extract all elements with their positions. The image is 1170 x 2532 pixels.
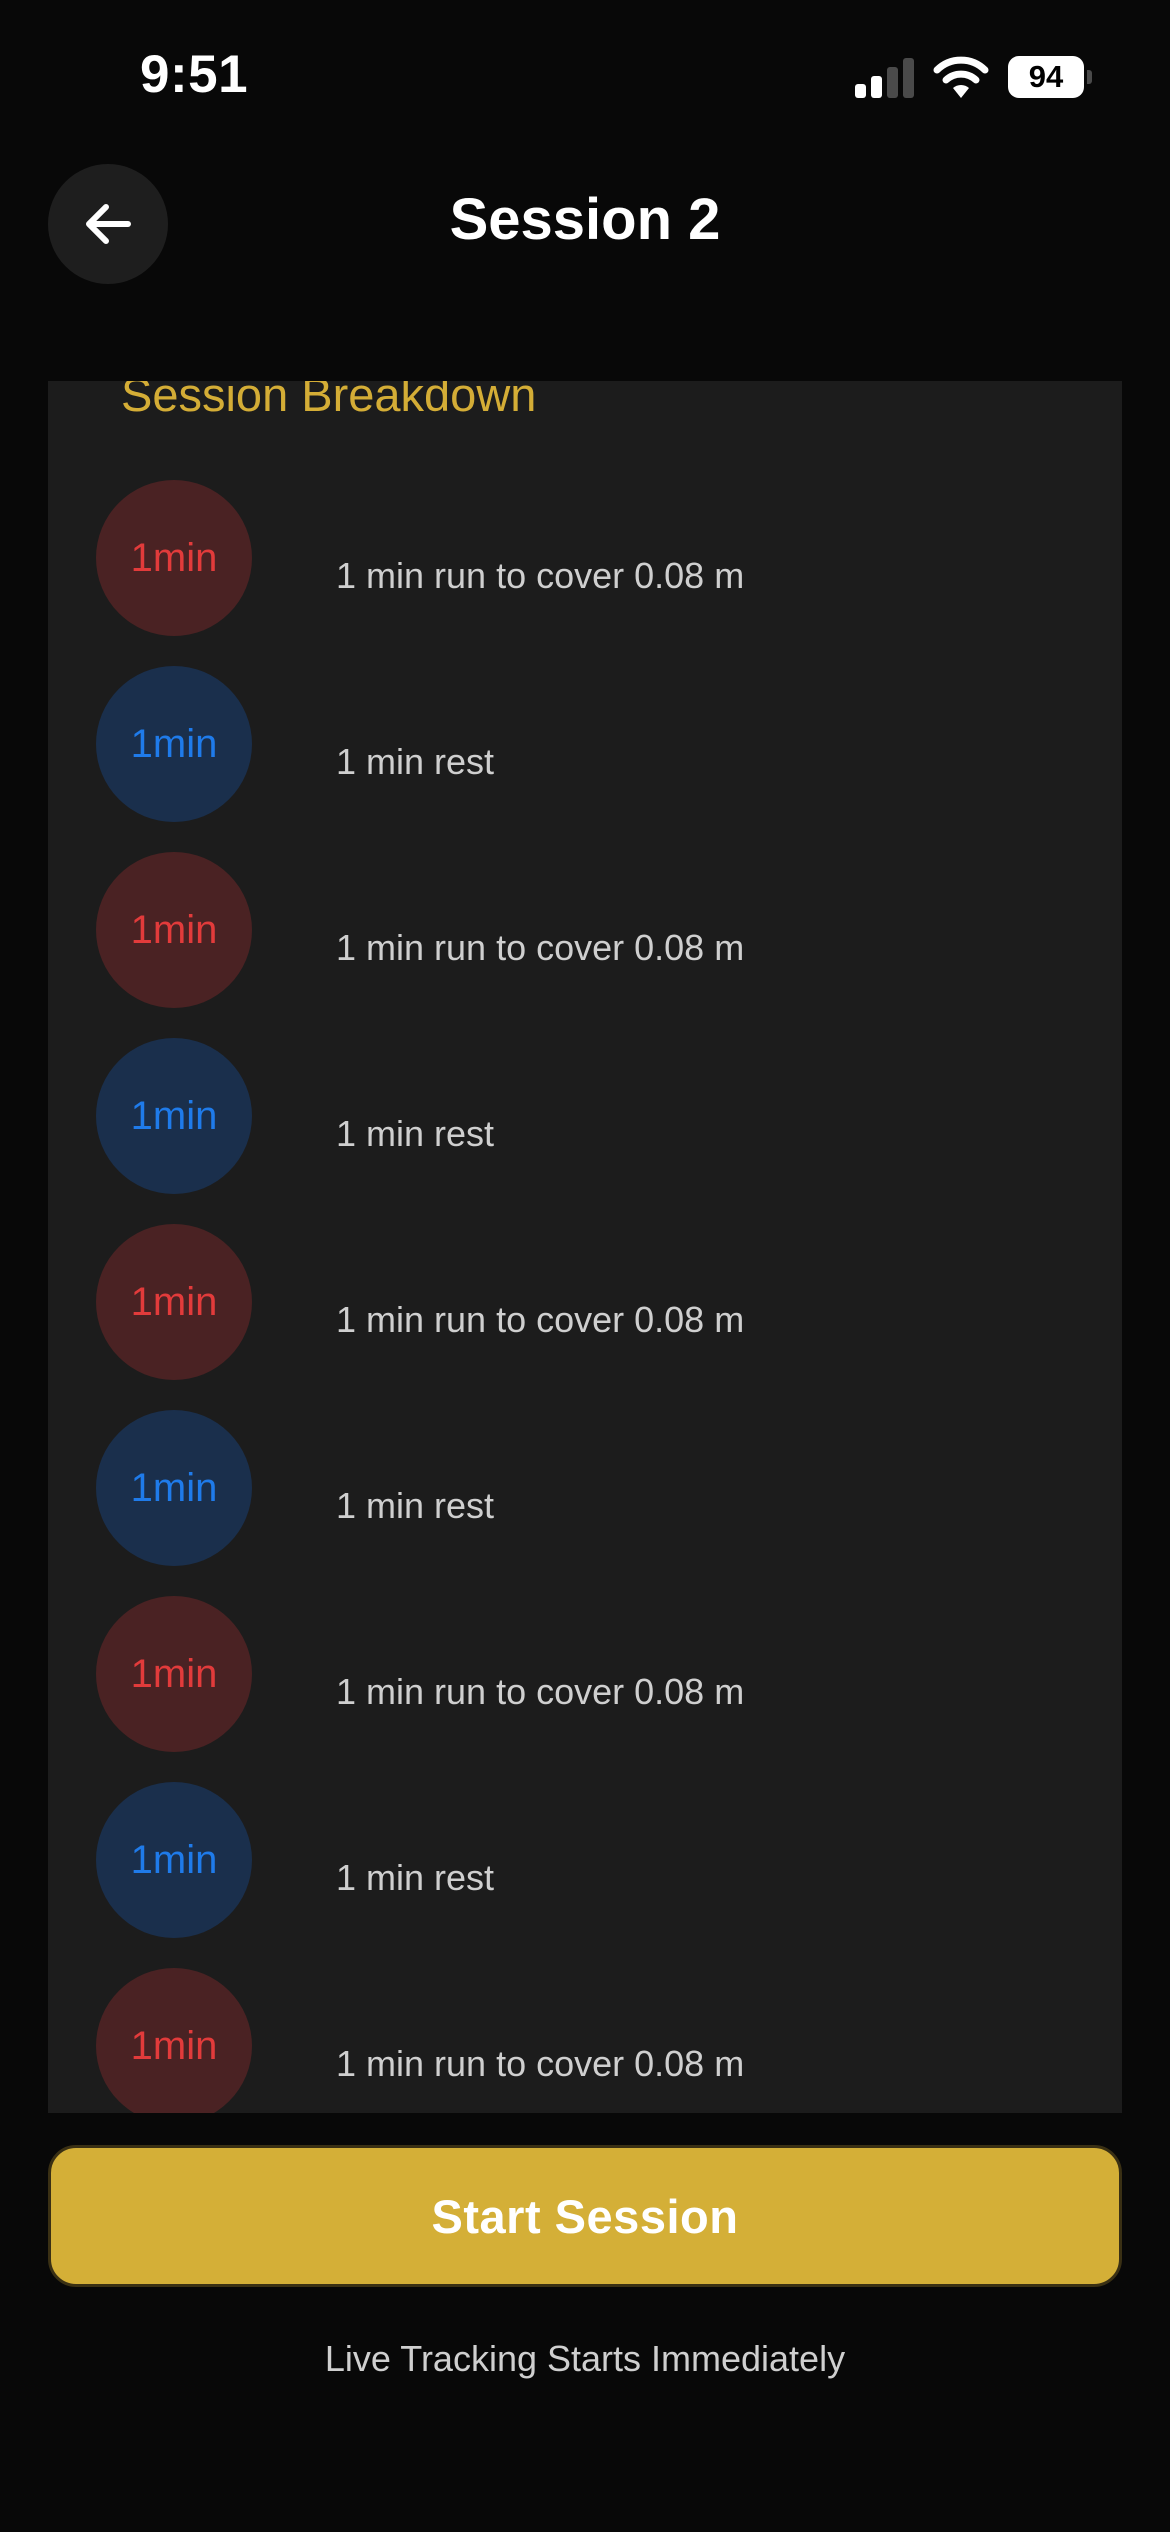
step-description: 1 min rest: [336, 1485, 495, 1526]
start-session-button[interactable]: Start Session: [48, 2145, 1122, 2287]
duration-badge: 1min: [96, 1782, 252, 1938]
duration-badge: 1min: [96, 1038, 252, 1194]
live-tracking-note: Live Tracking Starts Immediately: [324, 2338, 846, 2379]
step-description: 1 min run to cover 0.08 m: [336, 1671, 745, 1712]
duration-badge: 1min: [96, 1410, 252, 1566]
breakdown-step-rest: 1min 1 min rest: [96, 666, 1096, 822]
breakdown-step-run: 1min 1 min run to cover 0.08 m: [96, 1224, 1096, 1380]
breakdown-step-run: 1min 1 min run to cover 0.08 m: [96, 1596, 1096, 1752]
step-description: 1 min run to cover 0.08 m: [336, 927, 745, 968]
battery-level: 94: [1008, 56, 1084, 98]
breakdown-step-run: 1min 1 min run to cover 0.08 m: [96, 852, 1096, 1008]
step-description: 1 min run to cover 0.08 m: [336, 555, 745, 596]
step-description: 1 min rest: [336, 1857, 495, 1898]
session-breakdown-card: Session Breakdown 1min 1 min run to cove…: [48, 381, 1122, 2113]
step-description: 1 min run to cover 0.08 m: [336, 2043, 745, 2084]
duration-badge: 1min: [96, 666, 252, 822]
status-time: 9:51: [140, 45, 249, 104]
duration-badge: 1min: [96, 1596, 252, 1752]
breakdown-step-run: 1min 1 min run to cover 0.08 m: [96, 480, 1096, 636]
wifi-icon: [933, 56, 989, 98]
duration-badge: 1min: [96, 480, 252, 636]
duration-badge: 1min: [96, 1224, 252, 1380]
session-breakdown-heading: Session Breakdown: [121, 381, 537, 421]
cellular-signal-icon: [855, 58, 914, 98]
battery-cap: [1087, 70, 1092, 84]
breakdown-step-run: 1min 1 min run to cover 0.08 m: [96, 1968, 1096, 2113]
battery-icon: 94: [1008, 56, 1092, 98]
page-title: Session 2: [449, 187, 721, 252]
step-description: 1 min run to cover 0.08 m: [336, 1299, 745, 1340]
breakdown-step-rest: 1min 1 min rest: [96, 1038, 1096, 1194]
breakdown-step-rest: 1min 1 min rest: [96, 1782, 1096, 1938]
duration-badge: 1min: [96, 852, 252, 1008]
step-description: 1 min rest: [336, 1113, 495, 1154]
breakdown-step-rest: 1min 1 min rest: [96, 1410, 1096, 1566]
status-bar: 9:51 94: [0, 0, 1170, 150]
duration-badge: 1min: [96, 1968, 252, 2113]
step-description: 1 min rest: [336, 741, 495, 782]
